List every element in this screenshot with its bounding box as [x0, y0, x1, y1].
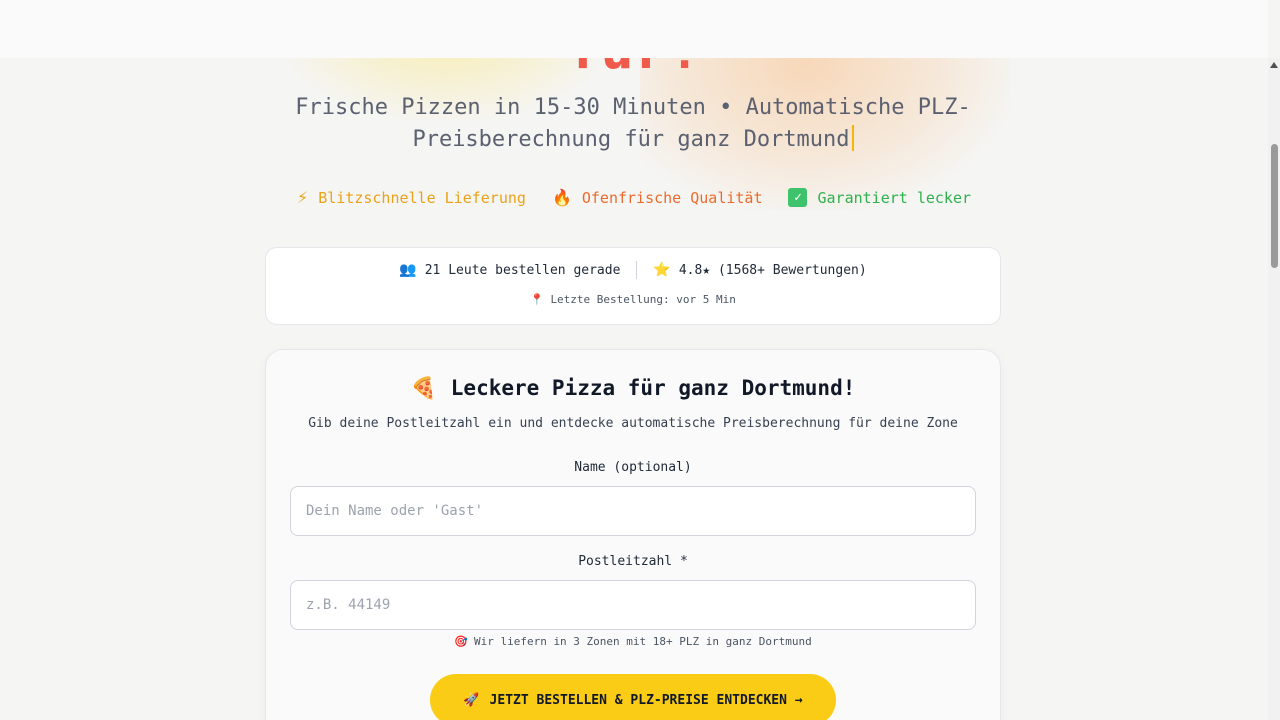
check-icon: ✓ [788, 188, 808, 207]
name-input[interactable] [290, 486, 976, 536]
typing-caret [851, 125, 854, 151]
feature-list: ⚡ Blitzschnelle Lieferung 🔥 Ofenfrische … [0, 188, 1268, 207]
order-now-label: JETZT BESTELLEN & PLZ-PREISE ENTDECKEN → [489, 692, 803, 708]
people-icon: 👥 [399, 262, 417, 278]
hero-subtitle: Frische Pizzen in 15-30 Minuten • Automa… [270, 92, 996, 156]
feature-label: Blitzschnelle Lieferung [318, 188, 526, 207]
order-card: 🍕 Leckere Pizza für ganz Dortmund! Gib de… [265, 349, 1001, 720]
lightning-icon: ⚡ [296, 188, 309, 207]
last-order-text: Letzte Bestellung: vor 5 Min [550, 293, 736, 306]
stat-active-orders: 👥 21 Leute bestellen gerade [383, 262, 636, 278]
vertical-scrollbar[interactable] [1268, 58, 1280, 720]
pin-icon: 📍 [530, 293, 544, 306]
name-label: Name (optional) [574, 460, 692, 475]
stat-rating: ⭐ 4.8★ (1568+ Bewertungen) [637, 262, 882, 278]
scroll-thumb[interactable] [1271, 144, 1278, 268]
stats-row: 👥 21 Leute bestellen gerade ⭐ 4.8★ (1568… [266, 261, 1000, 279]
feature-fast-delivery: ⚡ Blitzschnelle Lieferung [297, 188, 526, 207]
target-icon: 🎯 [454, 635, 468, 648]
feature-oven-fresh: 🔥 Ofenfrische Qualität [552, 188, 763, 207]
delivery-zones-hint: 🎯 Wir liefern in 3 Zonen mit 18+ PLZ in g… [266, 635, 1000, 648]
order-now-button[interactable]: 🚀 JETZT BESTELLEN & PLZ-PREISE ENTDECKEN… [430, 674, 836, 720]
order-card-title-text: Leckere Pizza für ganz Dortmund! [450, 376, 856, 400]
scroll-up-arrow-icon[interactable] [1270, 62, 1278, 68]
plz-input[interactable] [290, 580, 976, 630]
feature-guaranteed-tasty: ✓ Garantiert lecker [788, 188, 971, 207]
hero-subtitle-text: Frische Pizzen in 15-30 Minuten • Automa… [295, 95, 971, 152]
live-stats-card: 👥 21 Leute bestellen gerade ⭐ 4.8★ (1568… [265, 247, 1001, 325]
fire-icon: 🔥 [551, 188, 572, 207]
plz-label: Postleitzahl * [578, 554, 688, 569]
rocket-icon: 🚀 [463, 692, 480, 708]
order-card-description: Gib deine Postleitzahl ein und entdecke … [308, 416, 958, 431]
rating-text: 4.8★ (1568+ Bewertungen) [678, 262, 867, 278]
feature-label: Ofenfrische Qualität [581, 188, 763, 207]
pizza-icon: 🍕 [410, 376, 437, 400]
active-orders-text: 21 Leute bestellen gerade [424, 262, 621, 278]
feature-label: Garantiert lecker [817, 188, 972, 207]
browser-top-area [0, 0, 1268, 58]
star-icon: ⭐ [653, 262, 671, 278]
last-order-info: 📍 Letzte Bestellung: vor 5 Min [266, 293, 1000, 306]
order-card-title: 🍕 Leckere Pizza für ganz Dortmund! [266, 376, 1000, 401]
hint-text: Wir liefern in 3 Zonen mit 18+ PLZ in ga… [473, 635, 812, 648]
